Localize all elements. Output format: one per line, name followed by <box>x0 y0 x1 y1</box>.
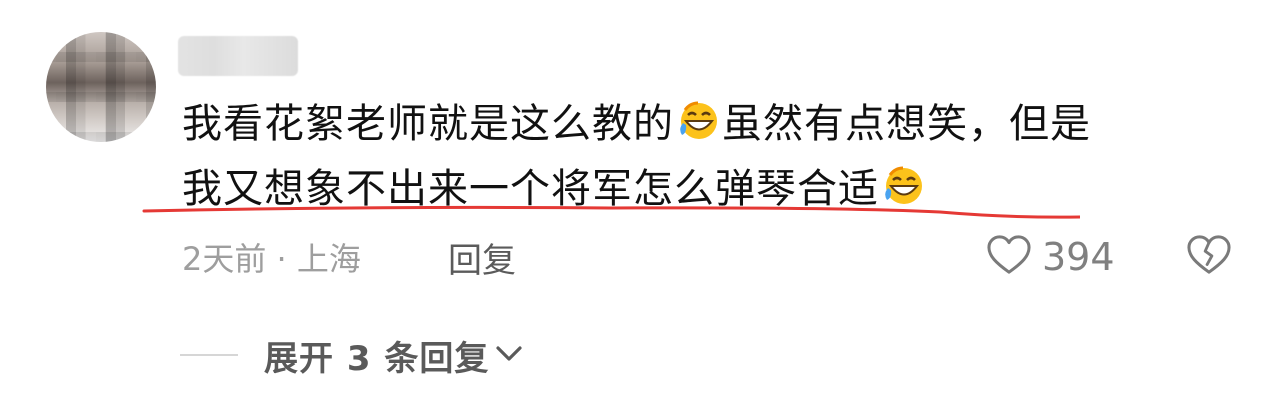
divider-dash <box>180 354 238 356</box>
username-blurred[interactable] <box>178 36 298 76</box>
chevron-down-icon <box>495 343 523 367</box>
like-button[interactable]: 394 <box>986 230 1115 284</box>
like-count: 394 <box>1042 235 1115 279</box>
broken-heart-icon <box>1186 234 1232 280</box>
red-underline-annotation <box>142 205 1080 219</box>
dislike-button[interactable] <box>1184 230 1234 284</box>
comment-text-segment: 虽然有点想笑，但是 <box>722 101 1091 147</box>
avatar[interactable] <box>46 32 156 142</box>
heart-icon <box>986 234 1032 280</box>
comment-text-segment: 我看花絮老师就是这么教的 <box>182 101 674 147</box>
reply-button[interactable]: 回复 <box>448 232 516 282</box>
expand-replies-button[interactable]: 展开 3 条回复 <box>180 330 523 380</box>
comment-meta: 2天前 · 上海 <box>182 232 361 282</box>
time-location: 2天前 · 上海 <box>182 240 361 278</box>
comment-line-1: 我看花絮老师就是这么教的 虽然有点想笑，但是 <box>182 92 1232 157</box>
laughing-tears-emoji-icon <box>676 98 720 142</box>
expand-replies-label: 展开 3 条回复 <box>264 338 490 379</box>
